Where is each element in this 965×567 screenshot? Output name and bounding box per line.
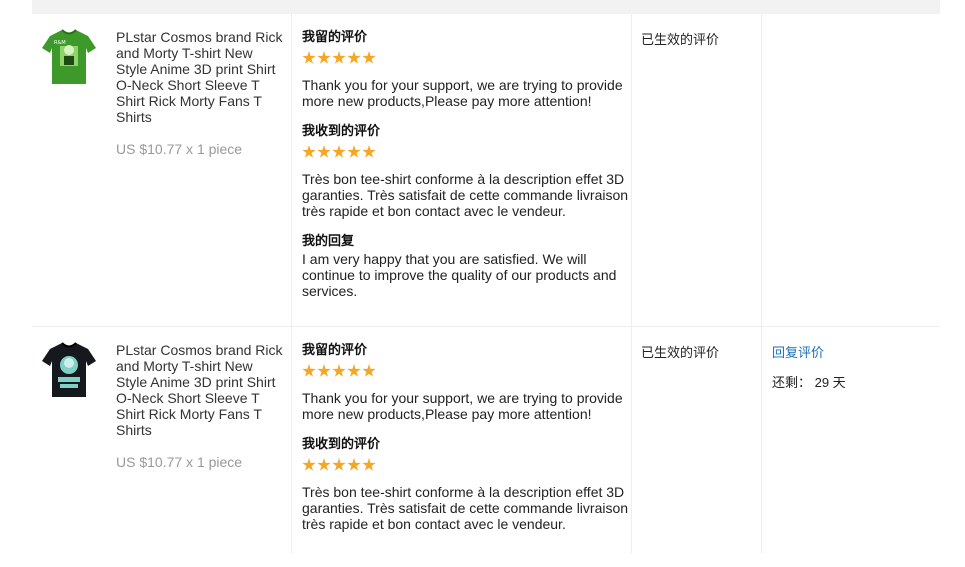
review-cell: 我留的评价 Thank you for your support, we are… <box>302 29 632 313</box>
my-review-stars <box>302 51 632 69</box>
received-review-text: Très bon tee-shirt conforme à la descrip… <box>302 484 629 532</box>
star-icon <box>317 145 331 158</box>
table-header-bar <box>32 0 940 14</box>
product-price: US $10.77 x 1 piece <box>116 454 243 470</box>
star-icon <box>332 145 346 158</box>
my-review-text: Thank you for your support, we are tryin… <box>302 390 623 422</box>
remaining-days: 还剩： 29 天 <box>772 375 846 390</box>
my-review-text: Thank you for your support, we are tryin… <box>302 77 623 109</box>
product-thumbnail[interactable]: R&M <box>40 26 98 88</box>
received-review-text: Très bon tee-shirt conforme à la descrip… <box>302 171 629 219</box>
action-cell: 回复评价 还剩： 29 天 <box>772 342 846 391</box>
received-review-title: 我收到的评价 <box>302 124 381 139</box>
review-status: 已生效的评价 <box>641 345 720 360</box>
review-cell: 我留的评价 Thank you for your support, we are… <box>302 342 632 546</box>
product-name[interactable]: PLstar Cosmos brand Rick and Morty T-shi… <box>116 29 286 125</box>
star-icon <box>332 458 346 471</box>
star-icon <box>302 145 316 158</box>
received-review-stars <box>302 145 632 163</box>
my-reply-title: 我的回复 <box>302 234 355 249</box>
review-row: PLstar Cosmos brand Rick and Morty T-shi… <box>32 327 940 567</box>
star-icon <box>347 458 361 471</box>
reply-review-link[interactable]: 回复评价 <box>772 345 824 360</box>
received-review-stars <box>302 458 632 476</box>
star-icon <box>302 51 316 64</box>
review-row: R&M PLstar Cosmos brand Rick and Morty T… <box>32 14 940 327</box>
star-icon <box>347 51 361 64</box>
review-status: 已生效的评价 <box>641 32 720 47</box>
star-icon <box>347 364 361 377</box>
product-thumbnail[interactable] <box>40 339 98 401</box>
my-review-title: 我留的评价 <box>302 30 368 45</box>
star-icon <box>362 364 376 377</box>
star-icon <box>362 458 376 471</box>
star-icon <box>317 364 331 377</box>
star-icon <box>347 145 361 158</box>
star-icon <box>362 145 376 158</box>
star-icon <box>302 458 316 471</box>
star-icon <box>317 51 331 64</box>
star-icon <box>362 51 376 64</box>
star-icon <box>317 458 331 471</box>
my-review-title: 我留的评价 <box>302 343 368 358</box>
star-icon <box>332 51 346 64</box>
star-icon <box>332 364 346 377</box>
received-review-title: 我收到的评价 <box>302 437 381 452</box>
my-review-stars <box>302 364 632 382</box>
product-name[interactable]: PLstar Cosmos brand Rick and Morty T-shi… <box>116 342 286 438</box>
svg-text:R&M: R&M <box>54 40 66 46</box>
my-reply-text: I am very happy that you are satisfied. … <box>302 251 617 299</box>
star-icon <box>302 364 316 377</box>
product-price: US $10.77 x 1 piece <box>116 141 243 157</box>
